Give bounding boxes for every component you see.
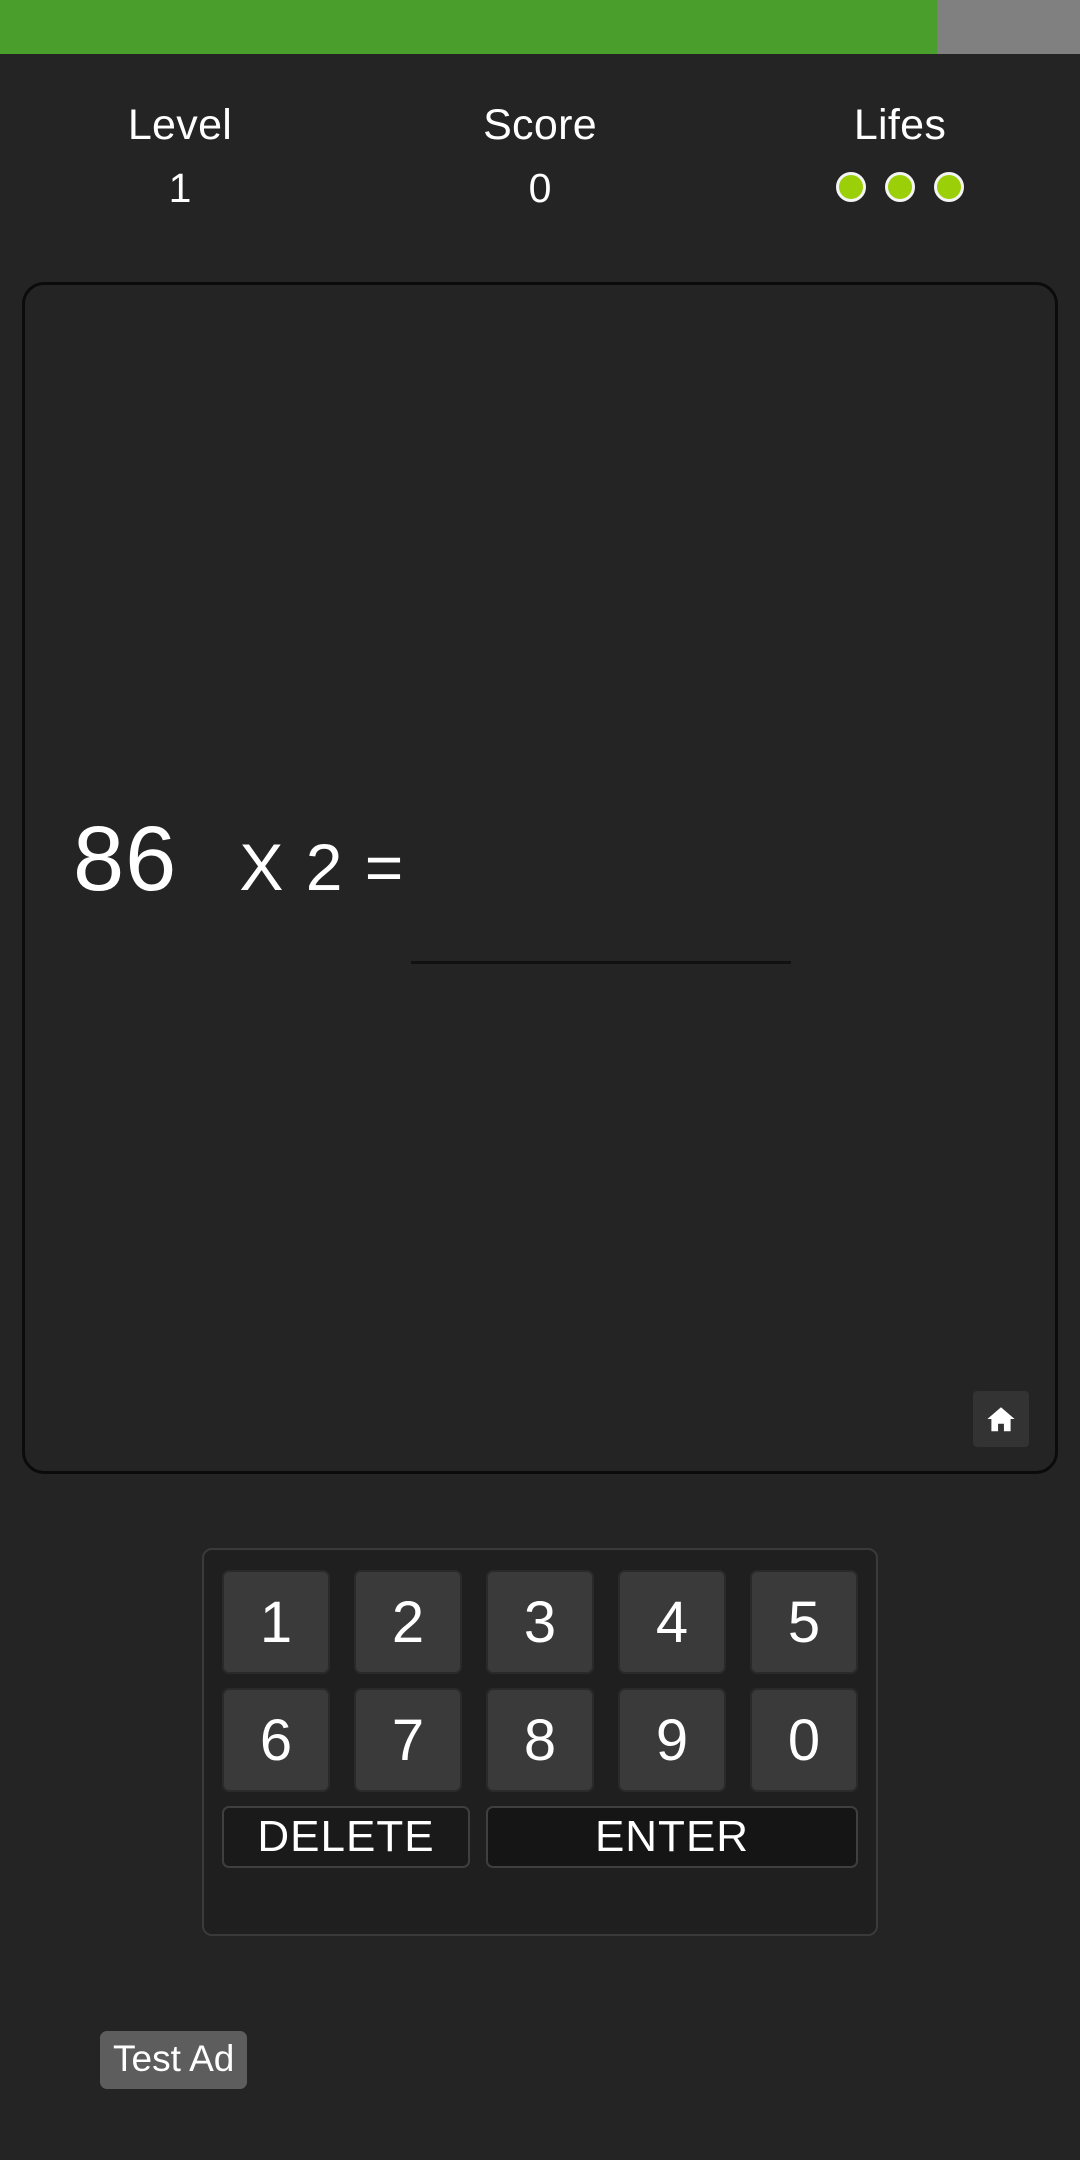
key-6[interactable]: 6 <box>222 1688 330 1792</box>
ad-banner-green-area <box>0 0 937 54</box>
key-1[interactable]: 1 <box>222 1570 330 1674</box>
hud-level: Level 1 <box>0 54 360 283</box>
game-board-panel: 86 X 2 = <box>22 282 1058 1474</box>
score-value: 0 <box>528 165 552 211</box>
keypad-row-1: 1 2 3 4 5 <box>222 1570 858 1674</box>
keypad-action-row: DELETE ENTER <box>222 1806 858 1868</box>
key-3[interactable]: 3 <box>486 1570 594 1674</box>
number-keypad: 1 2 3 4 5 6 7 8 9 0 DELETE ENTER <box>202 1548 878 1936</box>
answer-input-field[interactable] <box>411 925 791 964</box>
key-8[interactable]: 8 <box>486 1688 594 1792</box>
key-5[interactable]: 5 <box>750 1570 858 1674</box>
home-icon <box>984 1403 1018 1435</box>
key-7[interactable]: 7 <box>354 1688 462 1792</box>
game-hud: Level 1 Score 0 Lifes <box>0 54 1080 283</box>
lives-label: Lifes <box>853 101 947 149</box>
test-ad-badge: Test Ad <box>100 2031 248 2089</box>
equation-operator-operand-equals: X 2 = <box>239 830 406 904</box>
life-dot-icon <box>836 172 866 202</box>
keypad-row-2: 6 7 8 9 0 <box>222 1688 858 1792</box>
level-label: Level <box>127 101 233 149</box>
top-banner-strip <box>0 0 1080 54</box>
lives-indicator <box>836 172 964 202</box>
level-value: 1 <box>168 165 192 211</box>
home-button[interactable] <box>973 1391 1029 1447</box>
equation-operand-a: 86 <box>73 808 178 910</box>
hud-lives: Lifes <box>720 54 1080 283</box>
enter-button[interactable]: ENTER <box>486 1806 858 1868</box>
delete-button[interactable]: DELETE <box>222 1806 470 1868</box>
key-9[interactable]: 9 <box>618 1688 726 1792</box>
hud-score: Score 0 <box>360 54 720 283</box>
life-dot-icon <box>934 172 964 202</box>
key-4[interactable]: 4 <box>618 1570 726 1674</box>
key-2[interactable]: 2 <box>354 1570 462 1674</box>
equation-display: 86 X 2 = <box>73 813 405 913</box>
key-0[interactable]: 0 <box>750 1688 858 1792</box>
score-label: Score <box>483 101 597 149</box>
ad-banner-grey-area <box>937 0 1080 54</box>
life-dot-icon <box>885 172 915 202</box>
